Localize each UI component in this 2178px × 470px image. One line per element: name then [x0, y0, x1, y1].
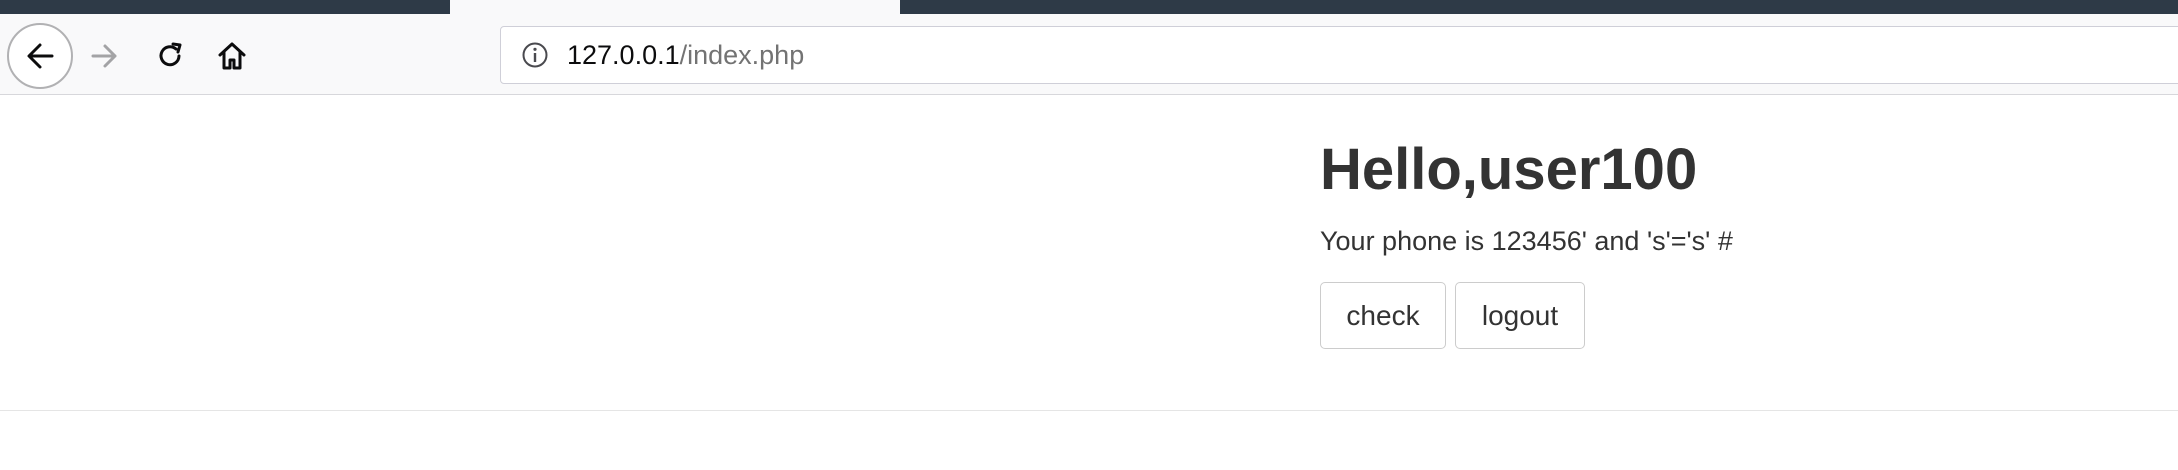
active-tab[interactable]	[450, 0, 900, 14]
logout-button[interactable]: logout	[1455, 282, 1585, 349]
phone-text: Your phone is 123456' and 's'='s' #	[1320, 226, 1733, 256]
forward-arrow-icon	[91, 44, 117, 68]
tab-strip	[0, 0, 2178, 14]
browser-toolbar: 127.0.0.1/index.php	[0, 14, 2178, 95]
page-divider	[0, 410, 2178, 411]
home-button[interactable]	[210, 34, 254, 78]
page-content: Hello,user100 Your phone is 123456' and …	[0, 96, 2178, 411]
home-icon	[218, 42, 246, 70]
forward-button[interactable]	[83, 34, 127, 78]
reload-button[interactable]	[148, 34, 192, 78]
reload-icon	[159, 42, 182, 67]
info-icon[interactable]	[519, 39, 551, 71]
url-path: /index.php	[679, 39, 805, 70]
greeting-heading: Hello,user100	[1320, 137, 1698, 202]
url-text[interactable]: 127.0.0.1/index.php	[567, 40, 804, 71]
url-host: 127.0.0.1	[567, 39, 680, 70]
back-button[interactable]	[7, 23, 73, 89]
back-arrow-icon	[27, 43, 54, 69]
check-button[interactable]: check	[1320, 282, 1446, 349]
address-bar[interactable]: 127.0.0.1/index.php	[500, 26, 2178, 84]
